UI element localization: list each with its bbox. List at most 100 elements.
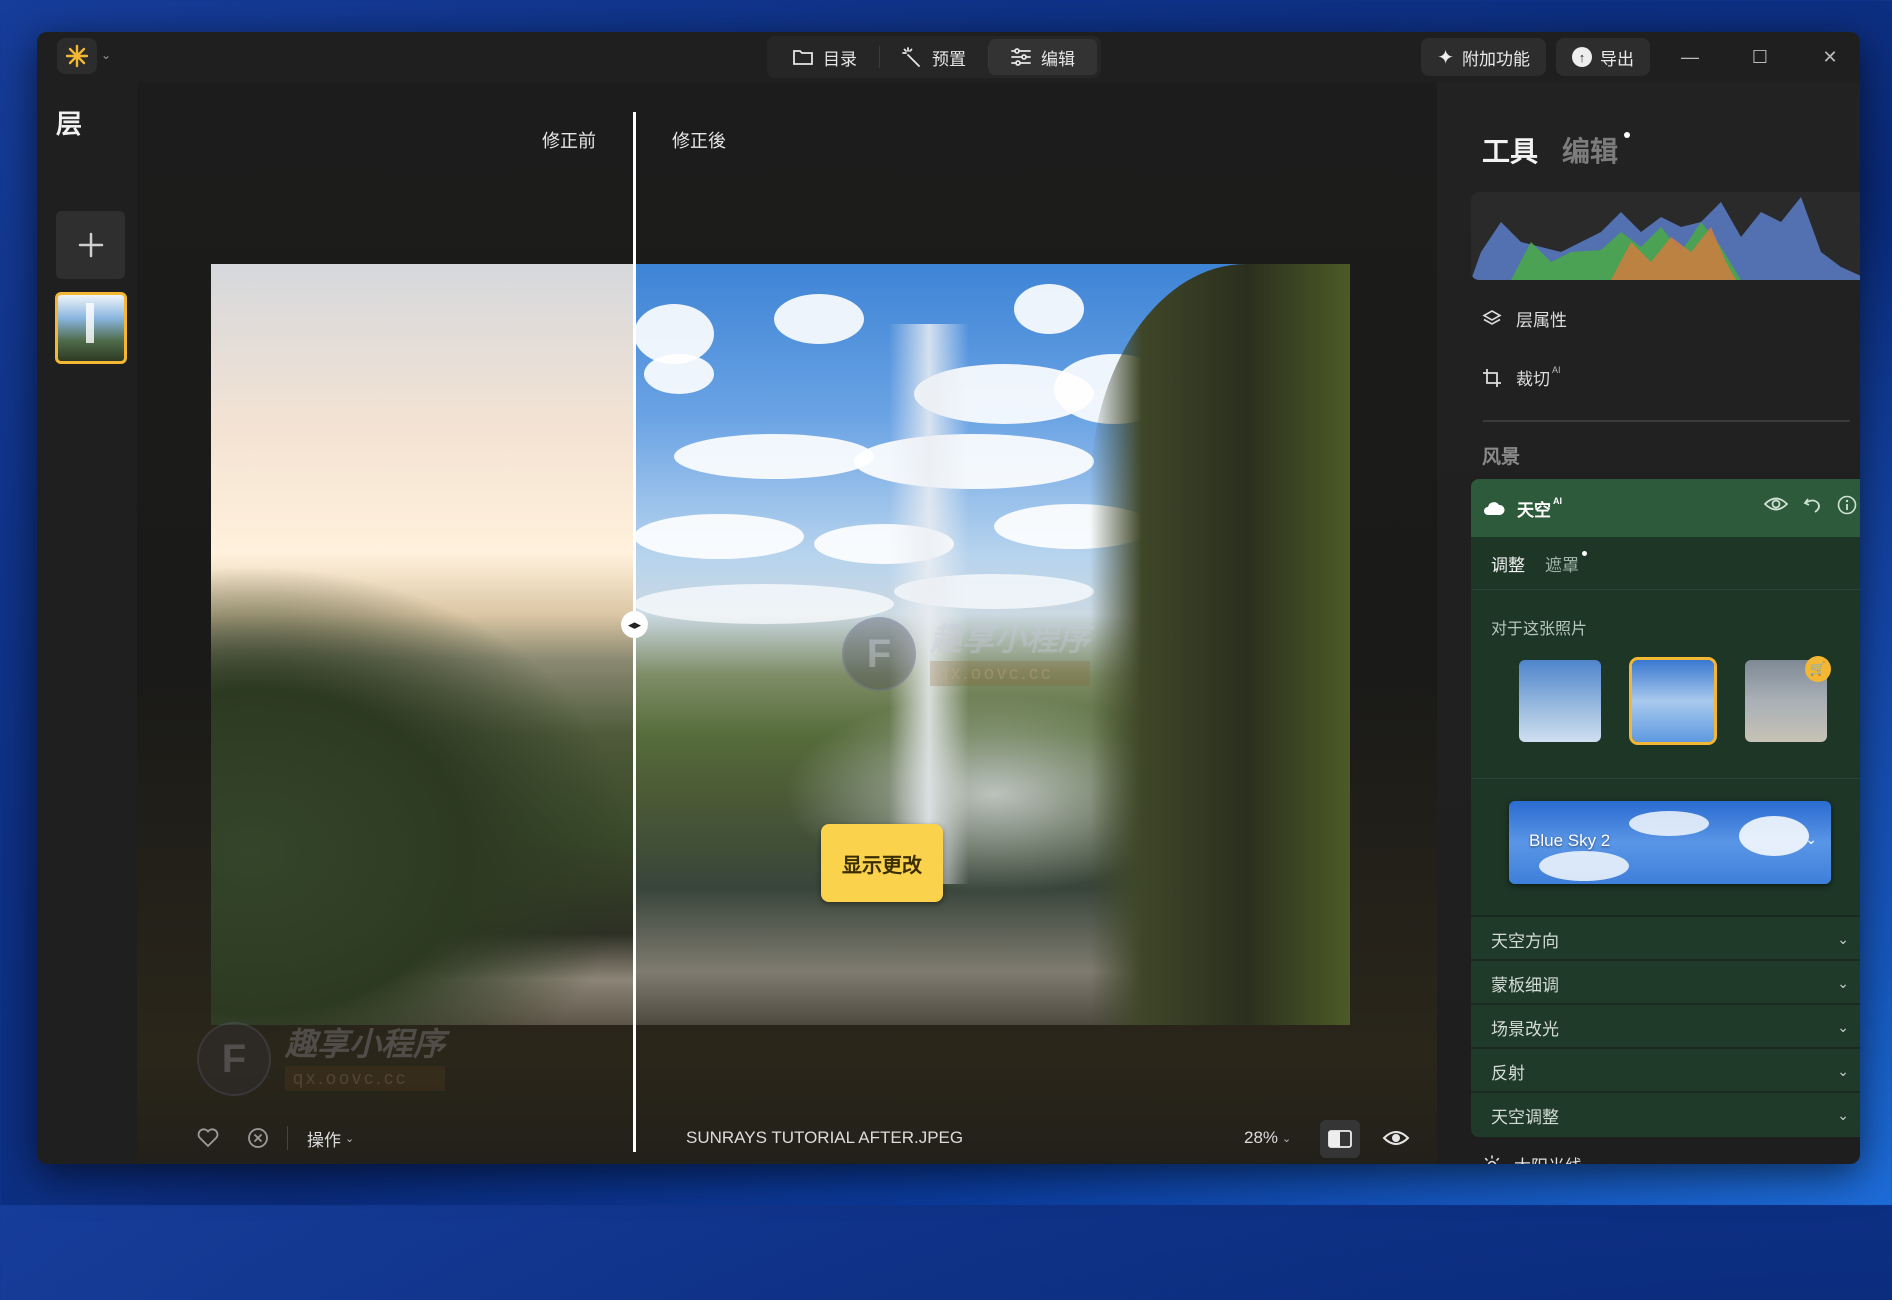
subtab-adjust[interactable]: 调整 — [1491, 551, 1525, 576]
compare-toggle-button[interactable] — [1320, 1120, 1360, 1158]
export-button[interactable]: ↑ 导出 — [1556, 38, 1650, 76]
layer-properties-item[interactable]: 层属性 — [1482, 306, 1567, 331]
watermark-bottom: F 趣享小程序 qx.oovc.cc — [197, 1022, 446, 1096]
zoom-select[interactable]: 28% ⌄ — [1244, 1112, 1291, 1164]
sky-dropdown-label: Blue Sky 2 — [1529, 831, 1611, 850]
for-this-photo-label: 对于这张照片 — [1491, 621, 1588, 638]
sky-tool-header[interactable]: 天空 AI — [1471, 479, 1860, 537]
sky-title: 天空 — [1517, 500, 1551, 520]
plus-icon — [78, 232, 103, 258]
actions-menu[interactable]: 操作 ⌄ — [307, 1112, 354, 1164]
main-nav: 目录 预置 编辑 — [767, 36, 1101, 78]
accordion-sky-adjustment[interactable]: 天空调整 ⌄ — [1471, 1091, 1860, 1137]
accordion-label: 场景改光 — [1491, 1019, 1559, 1039]
addons-button[interactable]: ✦ 附加功能 — [1421, 38, 1546, 76]
chevron-down-icon: ⌄ — [1837, 1018, 1849, 1035]
sky-subtabs: 调整 遮罩 — [1491, 551, 1587, 576]
split-view-icon — [1328, 1130, 1352, 1148]
undo-icon[interactable] — [1803, 495, 1823, 515]
tab-edits[interactable]: 编辑 — [1562, 130, 1631, 170]
tab-presets-label: 预置 — [932, 49, 966, 69]
image-canvas[interactable]: 修正前 修正後 ◂▸ 显示更改 F 趣享小程序 qx.oovc.cc F 趣享小… — [137, 82, 1437, 1164]
watermark-sub: qx.oovc.cc — [285, 1065, 446, 1091]
watermark-logo: F — [842, 617, 916, 691]
section-landscape: 风景 — [1482, 447, 1521, 468]
chevron-down-icon: ⌄ — [345, 1132, 355, 1145]
crop-ai-badge: AI — [1552, 365, 1561, 375]
sky-dropdown[interactable]: Blue Sky 2 ⌄ — [1509, 801, 1831, 884]
chevron-down-icon: ⌄ — [1837, 1106, 1849, 1123]
sky-preset-3[interactable]: 🛒 — [1745, 656, 1831, 742]
sky-preset-2[interactable] — [1629, 657, 1717, 745]
accordion-sky-orientation[interactable]: 天空方向 ⌄ — [1471, 915, 1860, 961]
tab-tools[interactable]: 工具 — [1482, 130, 1538, 170]
chevron-down-icon: ⌄ — [1282, 1132, 1292, 1145]
layers-icon — [1482, 309, 1502, 325]
tab-catalog-label: 目录 — [823, 49, 857, 69]
crop-icon — [1483, 368, 1501, 387]
layer-thumbnail[interactable] — [55, 292, 127, 364]
add-layer-button[interactable] — [56, 211, 125, 279]
reject-icon[interactable] — [247, 1112, 269, 1164]
addons-label: 附加功能 — [1462, 49, 1530, 69]
filename: SUNRAYS TUTORIAL AFTER.JPEG — [686, 1128, 964, 1147]
folder-icon — [793, 50, 813, 65]
chevron-down-icon: ⌄ — [1805, 831, 1817, 847]
watermark-text: 趣享小程序 — [930, 620, 1091, 657]
chevron-down-icon: ⌄ — [1837, 974, 1849, 991]
sparkle-icon: ✦ — [1437, 46, 1454, 69]
minimize-icon[interactable]: — — [1660, 37, 1720, 77]
panel-tabs: 工具 编辑 — [1482, 130, 1631, 170]
accordion-label: 蒙板细调 — [1491, 975, 1559, 995]
subtab-mask[interactable]: 遮罩 — [1545, 551, 1587, 576]
accordion-label: 反射 — [1491, 1063, 1525, 1083]
divider-handle[interactable]: ◂▸ — [621, 611, 648, 638]
tab-edit[interactable]: 编辑 — [989, 39, 1097, 75]
crop-item[interactable]: 裁切 AI — [1482, 365, 1561, 390]
heart-icon[interactable] — [197, 1112, 219, 1164]
histogram — [1471, 192, 1860, 280]
tab-catalog[interactable]: 目录 — [771, 39, 879, 75]
layers-title: 层 — [56, 109, 83, 139]
sun-icon — [1482, 1154, 1502, 1164]
layer-properties-label: 层属性 — [1516, 311, 1567, 330]
bottom-bar: 操作 ⌄ SUNRAYS TUTORIAL AFTER.JPEG 28% ⌄ — [137, 1112, 1437, 1164]
sunrays-label: 太阳光线 — [1514, 1152, 1582, 1164]
before-label: 修正前 — [542, 131, 596, 151]
sky-ai-badge: AI — [1553, 495, 1562, 506]
tab-presets[interactable]: 预置 — [880, 39, 988, 75]
accordion-reflection[interactable]: 反射 ⌄ — [1471, 1047, 1860, 1093]
title-right-controls: ✦ 附加功能 ↑ 导出 — ☐ ✕ — [1421, 36, 1860, 78]
info-icon[interactable] — [1837, 495, 1857, 515]
upload-icon: ↑ — [1572, 47, 1592, 67]
visibility-eye-icon[interactable] — [1763, 495, 1789, 513]
after-label: 修正後 — [672, 131, 726, 151]
eye-icon[interactable] — [1382, 1112, 1410, 1164]
watermark-logo: F — [197, 1022, 271, 1096]
chevron-down-icon: ⌄ — [1837, 930, 1849, 947]
crop-label: 裁切 — [1516, 370, 1550, 389]
watermark-center: F 趣享小程序 qx.oovc.cc — [842, 617, 1091, 691]
accordion-scene-relight[interactable]: 场景改光 ⌄ — [1471, 1003, 1860, 1049]
accordion-label: 天空调整 — [1491, 1107, 1559, 1127]
chevron-down-icon[interactable]: ⌄ — [101, 48, 111, 62]
actions-label: 操作 — [307, 1130, 341, 1150]
sunrays-tool[interactable]: 太阳光线 — [1482, 1152, 1582, 1164]
photo-before — [211, 264, 634, 1025]
title-bar: ⌄ 目录 预置 编辑 ✦ 附加功能 ↑ 导出 — ☐ ✕ — [37, 32, 1860, 82]
accordion-label: 天空方向 — [1491, 931, 1559, 951]
tab-edit-label: 编辑 — [1041, 49, 1075, 69]
sky-preset-1[interactable] — [1519, 660, 1601, 742]
maximize-icon[interactable]: ☐ — [1730, 37, 1790, 77]
close-icon[interactable]: ✕ — [1800, 37, 1860, 77]
app-logo-button[interactable] — [57, 38, 97, 74]
app-window: ⌄ 目录 预置 编辑 ✦ 附加功能 ↑ 导出 — ☐ ✕ 层 修正前 修正後 ◂… — [37, 32, 1860, 1164]
show-changes-button[interactable]: 显示更改 — [821, 824, 943, 902]
layers-panel: 层 — [37, 82, 137, 1164]
export-label: 导出 — [1600, 49, 1634, 69]
sliders-icon — [1011, 48, 1031, 66]
right-panel: 工具 编辑 层属性 裁切 AI 风景 天空 AI 调整 遮罩 对于这张照片 🛒 … — [1437, 82, 1860, 1164]
accordion-mask-refinement[interactable]: 蒙板细调 ⌄ — [1471, 959, 1860, 1005]
cloud-icon — [1484, 502, 1505, 515]
sun-logo-icon — [65, 44, 89, 68]
